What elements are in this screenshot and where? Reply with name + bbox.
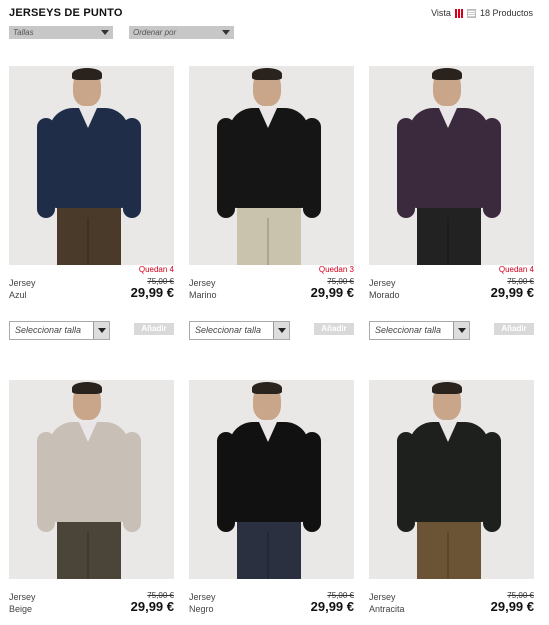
sort-label: Ordenar por	[133, 28, 177, 37]
pants-figure	[237, 208, 301, 265]
size-select[interactable]: Seleccionar talla	[189, 321, 290, 340]
product-image[interactable]	[9, 380, 174, 579]
pants-figure	[417, 208, 481, 265]
product-image[interactable]	[369, 380, 534, 579]
grid-view-icon[interactable]	[454, 8, 463, 18]
product-color: Beige	[9, 604, 33, 614]
page-title: JERSEYS DE PUNTO	[9, 7, 123, 19]
view-label: Vista	[431, 8, 451, 18]
list-view-icon[interactable]	[466, 8, 476, 18]
stock-badge: Quedan 4	[498, 265, 534, 274]
sale-price: 29,99 €	[130, 285, 174, 300]
product-color: Morado	[369, 290, 400, 300]
product-image[interactable]	[189, 380, 354, 579]
product-name[interactable]: Jersey	[369, 592, 396, 603]
model-hair	[432, 68, 462, 80]
product-name[interactable]: Jersey	[9, 592, 36, 603]
product-image[interactable]	[369, 66, 534, 265]
product-count: 18 Productos	[479, 8, 533, 18]
stock-badge: Quedan 3	[318, 265, 354, 274]
model-hair	[72, 382, 102, 394]
size-select[interactable]: Seleccionar talla	[9, 321, 110, 340]
product-name[interactable]: Jersey	[9, 278, 36, 289]
chevron-down-icon[interactable]	[93, 322, 109, 339]
sizes-filter-dropdown[interactable]: Tallas	[9, 26, 113, 39]
model-hair	[72, 68, 102, 80]
chevron-down-icon	[222, 30, 230, 35]
size-select[interactable]: Seleccionar talla	[369, 321, 470, 340]
pants-figure	[237, 522, 301, 579]
add-to-cart-button[interactable]: Añadir	[134, 323, 174, 335]
view-controls: Vista 18 Productos	[431, 8, 533, 18]
model-hair	[252, 382, 282, 394]
add-to-cart-button[interactable]: Añadir	[494, 323, 534, 335]
chevron-down-icon	[101, 30, 109, 35]
pants-figure	[57, 208, 121, 265]
sale-price: 29,99 €	[130, 599, 174, 614]
product-image[interactable]	[189, 66, 354, 265]
pants-figure	[57, 522, 121, 579]
sale-price: 29,99 €	[490, 285, 534, 300]
product-name[interactable]: Jersey	[369, 278, 396, 289]
size-select-placeholder: Seleccionar talla	[195, 325, 262, 335]
chevron-down-icon[interactable]	[273, 322, 289, 339]
chevron-down-icon[interactable]	[453, 322, 469, 339]
model-hair	[432, 382, 462, 394]
product-color: Azul	[9, 290, 27, 300]
stock-badge: Quedan 4	[138, 265, 174, 274]
model-hair	[252, 68, 282, 80]
pants-figure	[417, 522, 481, 579]
product-color: Antracita	[369, 604, 405, 614]
sale-price: 29,99 €	[310, 599, 354, 614]
sale-price: 29,99 €	[490, 599, 534, 614]
product-color: Negro	[189, 604, 214, 614]
product-name[interactable]: Jersey	[189, 278, 216, 289]
size-select-placeholder: Seleccionar talla	[375, 325, 442, 335]
product-image[interactable]	[9, 66, 174, 265]
sort-dropdown[interactable]: Ordenar por	[129, 26, 234, 39]
sale-price: 29,99 €	[310, 285, 354, 300]
size-select-placeholder: Seleccionar talla	[15, 325, 82, 335]
add-to-cart-button[interactable]: Añadir	[314, 323, 354, 335]
product-name[interactable]: Jersey	[189, 592, 216, 603]
product-color: Marino	[189, 290, 217, 300]
sizes-filter-label: Tallas	[13, 28, 34, 37]
